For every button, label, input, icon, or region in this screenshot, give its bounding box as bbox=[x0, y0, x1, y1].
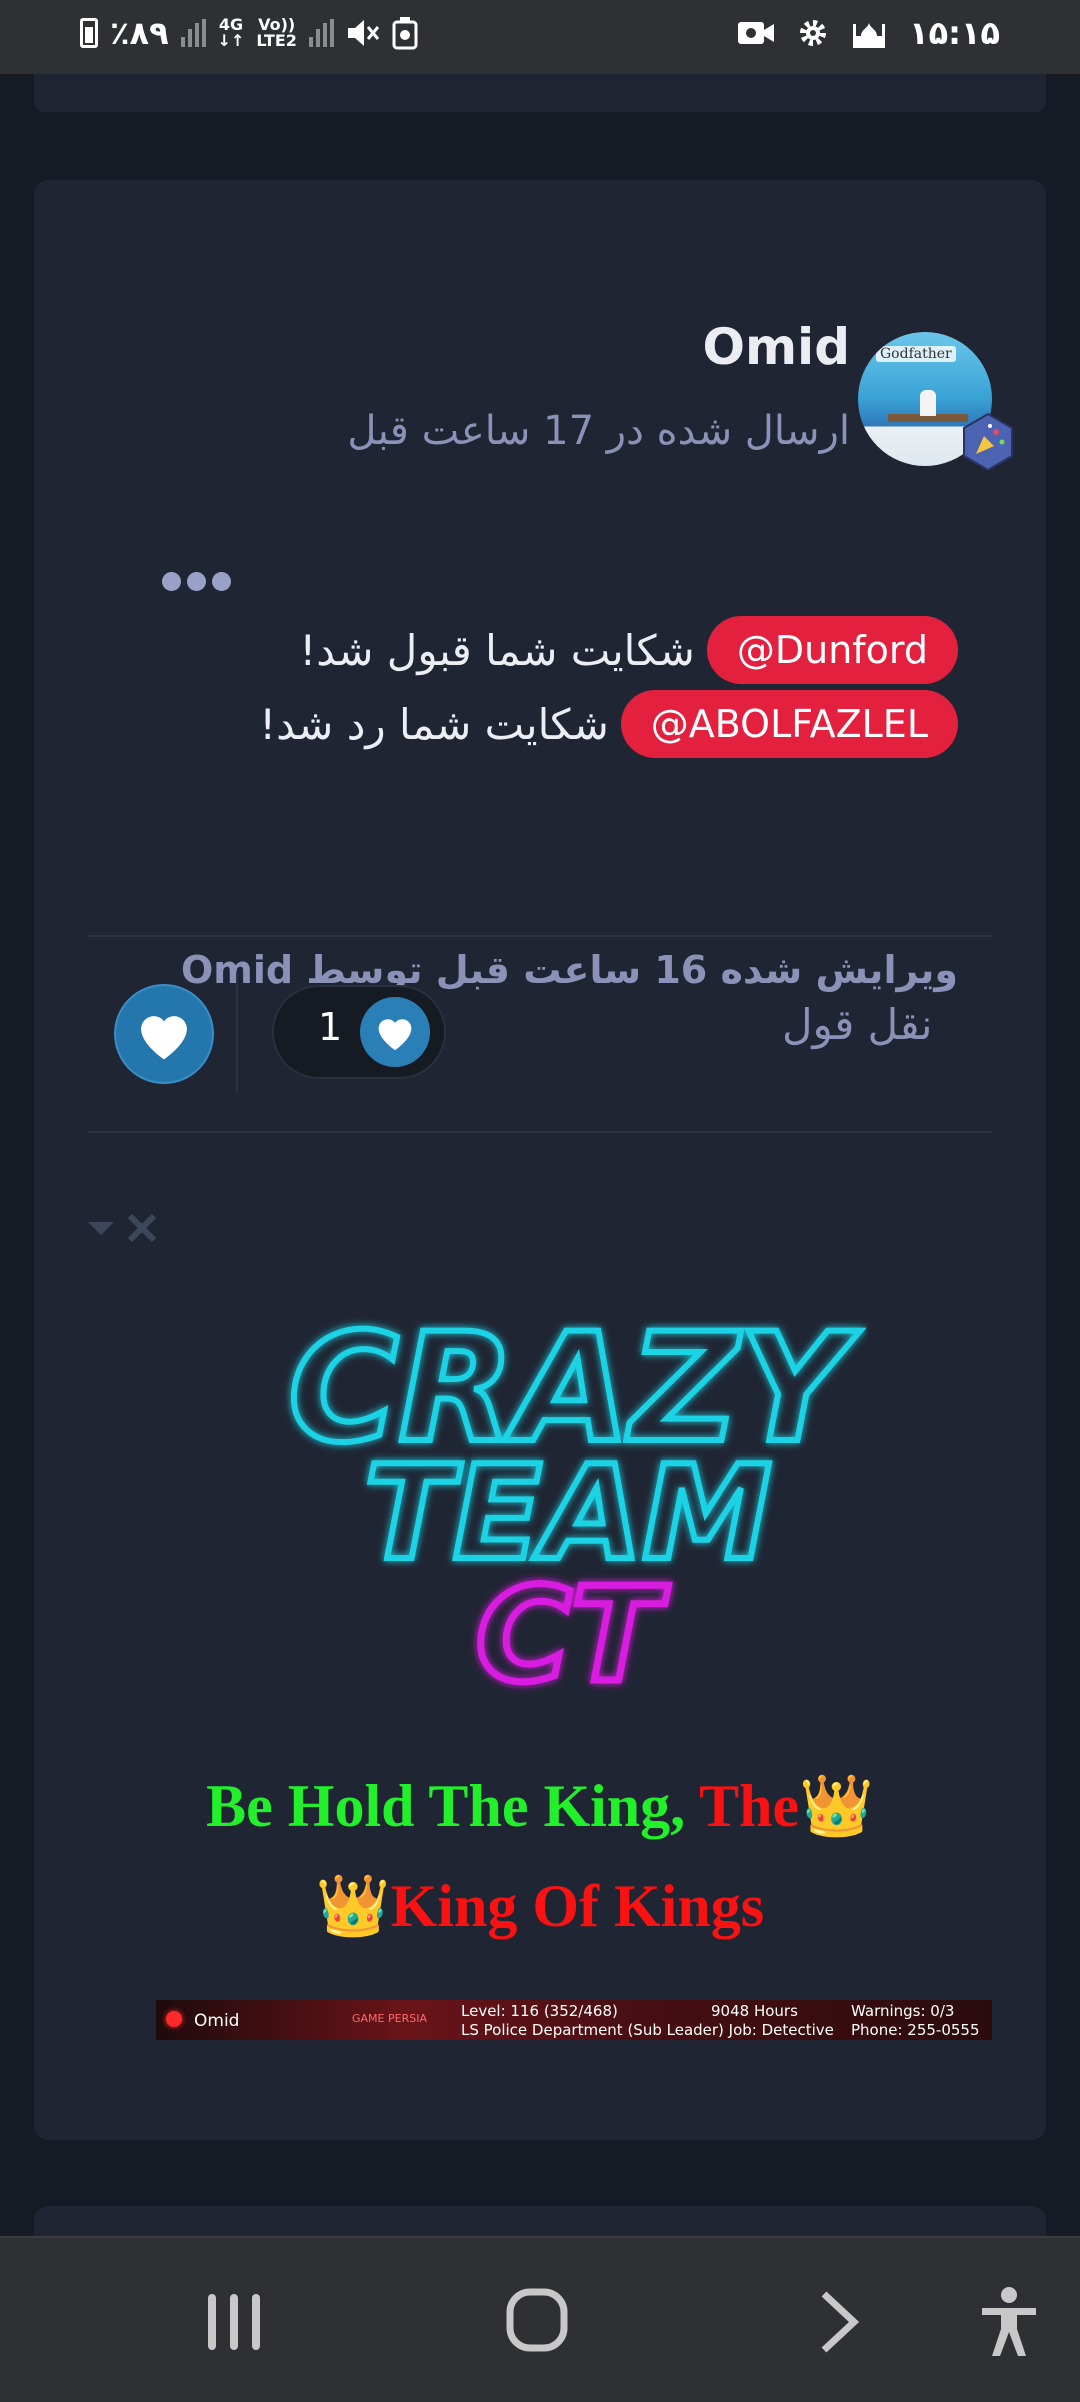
settings-icon bbox=[800, 20, 827, 46]
divider bbox=[88, 935, 992, 937]
game-stats-banner: Omid GAME PERSIA Level: 116 (352/468) 90… bbox=[156, 2000, 992, 2040]
reaction-count: 1 bbox=[318, 1005, 343, 1049]
next-post-card bbox=[34, 2206, 1046, 2236]
signal-icon bbox=[308, 19, 334, 47]
edited-note: ویرایش شده 16 ساعت قبل توسط Omid bbox=[181, 948, 958, 992]
like-button[interactable] bbox=[114, 984, 214, 1084]
back-icon[interactable] bbox=[818, 2290, 862, 2354]
post-author[interactable]: Omid bbox=[702, 318, 850, 376]
recent-apps-icon[interactable] bbox=[206, 2292, 262, 2352]
signature-text-red: King Of Kings bbox=[390, 1873, 765, 1939]
banner-warnings: Warnings: 0/3 bbox=[851, 2002, 955, 2020]
banner-player: Omid bbox=[194, 2011, 240, 2031]
video-icon bbox=[738, 22, 775, 44]
accessibility-icon[interactable] bbox=[978, 2286, 1040, 2358]
heart-icon bbox=[360, 997, 430, 1067]
post-line: @Dunford شکایت شما قبول شد! bbox=[299, 616, 958, 684]
battery-percent: ٪۸۹ bbox=[110, 14, 169, 52]
signature-line-1: Be Hold The King, The👑 bbox=[0, 1770, 1080, 1841]
mention-tag[interactable]: @Dunford bbox=[706, 616, 958, 684]
post-line: @ABOLFAZLEL شکایت شما رد شد! bbox=[259, 690, 958, 758]
post-text: شکایت شما قبول شد! bbox=[299, 625, 695, 675]
crazy-team-logo: CRAZY TEAM CT bbox=[285, 1300, 863, 1715]
post-timestamp[interactable]: ارسال شده در 17 ساعت قبل bbox=[347, 408, 850, 454]
mention-tag[interactable]: @ABOLFAZLEL bbox=[620, 690, 958, 758]
network-type: 4G ↓↑ bbox=[217, 15, 245, 50]
logo-line-ct: CT bbox=[476, 1559, 669, 1711]
signature-text-red: The bbox=[699, 1773, 800, 1839]
post-text: شکایت شما رد شد! bbox=[259, 699, 609, 749]
signature-line-2: 👑King Of Kings bbox=[0, 1870, 1080, 1941]
banner-phone: Phone: 255-0555 bbox=[851, 2021, 980, 2039]
signature-text-green: Be Hold The King, bbox=[206, 1773, 700, 1839]
previous-post-card bbox=[34, 74, 1046, 112]
mosque-icon bbox=[853, 22, 886, 48]
signal-icon bbox=[180, 19, 206, 47]
status-right: ۱۵:۱۵ bbox=[737, 14, 1000, 52]
post-card: Godfather Omid ارسال شده در 17 ساعت قبل … bbox=[34, 180, 1046, 2140]
crown-icon: 👑 bbox=[799, 1773, 874, 1839]
heart-icon bbox=[141, 1016, 187, 1060]
mute-icon bbox=[347, 20, 380, 46]
status-dot-icon bbox=[166, 2011, 182, 2027]
rank-badge-icon bbox=[963, 412, 1013, 472]
battery-icon bbox=[80, 18, 98, 48]
recorder-icon bbox=[392, 17, 418, 50]
caret-down-icon[interactable] bbox=[88, 1220, 114, 1236]
banner-level: Level: 116 (352/468) bbox=[461, 2002, 618, 2020]
banner-hours: 9048 Hours bbox=[711, 2002, 798, 2020]
reaction-summary[interactable]: 1 bbox=[272, 985, 446, 1079]
crown-icon: 👑 bbox=[315, 1873, 391, 1939]
volte-indicator: Vo)) LTE2 bbox=[256, 15, 297, 50]
game-persia-logo: GAME PERSIA bbox=[352, 2012, 427, 2025]
status-left: ٪۸۹ 4G ↓↑ Vo)) LTE2 bbox=[80, 14, 418, 52]
avatar-caption: Godfather bbox=[876, 346, 956, 362]
home-icon[interactable] bbox=[506, 2288, 568, 2352]
status-bar: ٪۸۹ 4G ↓↑ Vo)) LTE2 ۱۵:۱۵ bbox=[0, 0, 1080, 74]
clock: ۱۵:۱۵ bbox=[909, 14, 1000, 52]
separator bbox=[236, 972, 238, 1094]
more-options-icon[interactable] bbox=[162, 572, 231, 591]
signature-controls bbox=[88, 1212, 158, 1244]
navigation-bar bbox=[0, 2236, 1080, 2402]
close-icon[interactable] bbox=[126, 1212, 158, 1244]
banner-faction: LS Police Department (Sub Leader) Job: D… bbox=[461, 2021, 834, 2039]
divider bbox=[88, 1131, 992, 1133]
quote-button[interactable]: نقل قول bbox=[782, 1000, 932, 1049]
